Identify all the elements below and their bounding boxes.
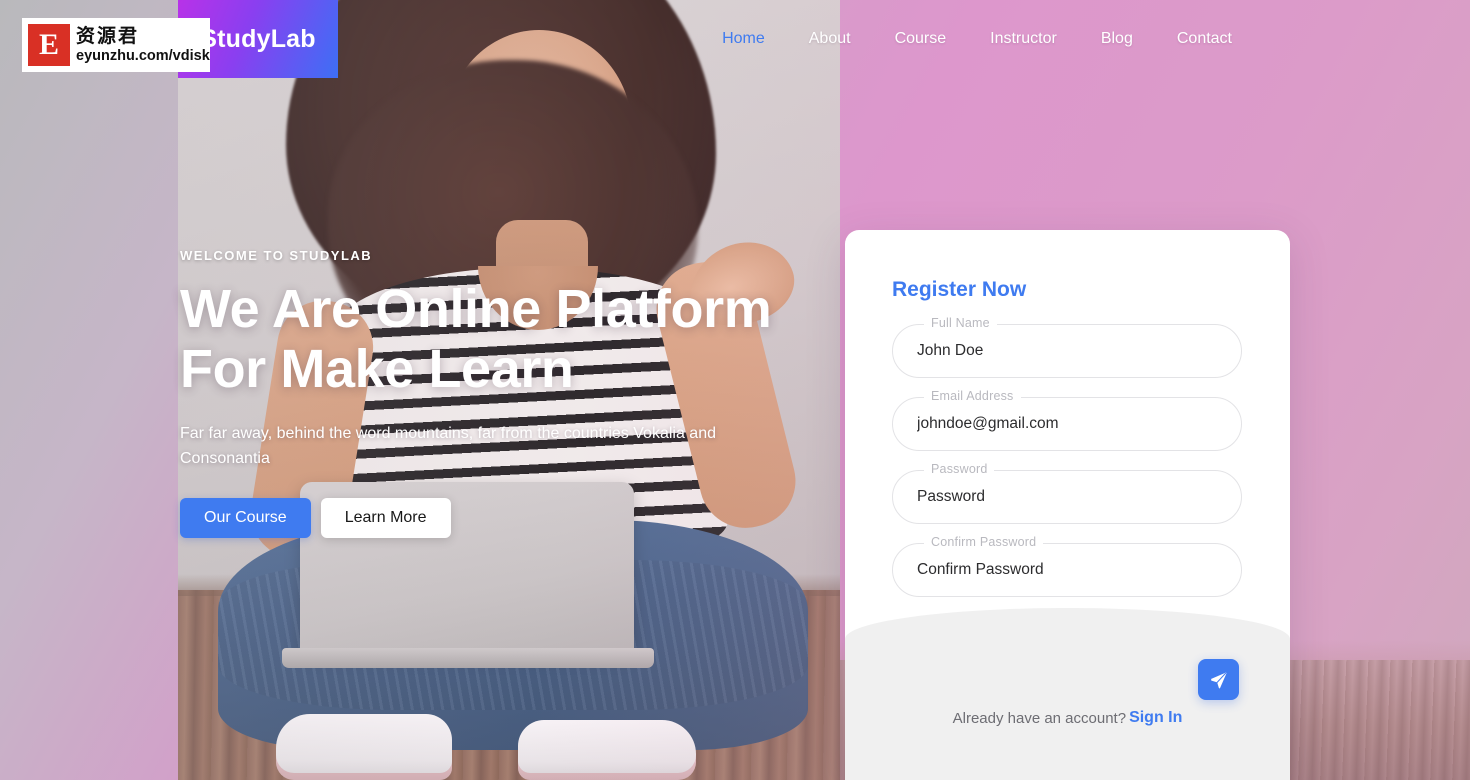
hero-buttons: Our Course Learn More — [180, 497, 820, 538]
watermark-logo-letter: E — [31, 27, 67, 63]
field-box-email[interactable] — [892, 397, 1242, 451]
hero-title-line1: We Are Online Platform — [180, 279, 772, 339]
page-root: StudyLab Home About Course Instructor Bl… — [0, 0, 1470, 780]
watermark-text-group: 资源君 eyunzhu.com/vdisk — [76, 24, 210, 65]
field-full-name: Full Name — [892, 316, 1243, 378]
hero-kicker: WELCOME TO STUDYLAB — [180, 248, 373, 263]
sign-in-link[interactable]: Sign In — [1129, 709, 1182, 727]
field-label-password: Password — [924, 462, 995, 476]
watermark-overlay: E 资源君 eyunzhu.com/vdisk — [22, 18, 210, 72]
nav-item-instructor[interactable]: Instructor — [968, 22, 1079, 56]
password-input[interactable] — [917, 488, 1217, 506]
field-label-email: Email Address — [924, 389, 1021, 403]
email-input[interactable] — [917, 415, 1217, 433]
watermark-logo-icon: E — [28, 24, 70, 66]
watermark-chinese-text: 资源君 — [76, 24, 140, 47]
field-label-confirm-password: Confirm Password — [924, 535, 1044, 549]
register-submit-button[interactable] — [1198, 659, 1239, 700]
hero-title: We Are Online Platform For Make Learn — [180, 279, 820, 400]
hero-title-line2: For Make Learn — [180, 339, 574, 400]
nav-item-home[interactable]: Home — [700, 22, 787, 56]
nav-item-blog[interactable]: Blog — [1079, 22, 1155, 56]
confirm-password-input[interactable] — [917, 561, 1217, 579]
nav-item-contact[interactable]: Contact — [1155, 22, 1254, 56]
hero-subtitle: Far far away, behind the word mountains,… — [180, 424, 716, 467]
nav-item-about[interactable]: About — [787, 22, 873, 56]
register-title: Register Now — [892, 278, 1027, 301]
field-email: Email Address — [892, 389, 1243, 451]
main-navigation: Home About Course Instructor Blog Contac… — [0, 0, 1470, 78]
field-box-confirm-password[interactable] — [892, 543, 1242, 597]
field-password: Password — [892, 462, 1243, 524]
register-form: Full Name Email Address Password Confirm… — [892, 316, 1243, 597]
nav-list: Home About Course Instructor Blog Contac… — [700, 22, 1254, 56]
hero-copy: WELCOME TO STUDYLAB We Are Online Platfo… — [180, 248, 820, 538]
our-course-button[interactable]: Our Course — [180, 497, 311, 538]
watermark-url: eyunzhu.com/vdisk — [76, 47, 210, 64]
send-icon — [1210, 672, 1227, 689]
field-box-full-name[interactable] — [892, 324, 1242, 378]
field-box-password[interactable] — [892, 470, 1242, 524]
nav-item-course[interactable]: Course — [873, 22, 969, 56]
learn-more-button[interactable]: Learn More — [320, 497, 451, 538]
full-name-input[interactable] — [917, 342, 1217, 360]
field-confirm-password: Confirm Password — [892, 535, 1243, 597]
register-footer-text: Already have an account? — [952, 709, 1127, 727]
field-label-full-name: Full Name — [924, 316, 997, 330]
